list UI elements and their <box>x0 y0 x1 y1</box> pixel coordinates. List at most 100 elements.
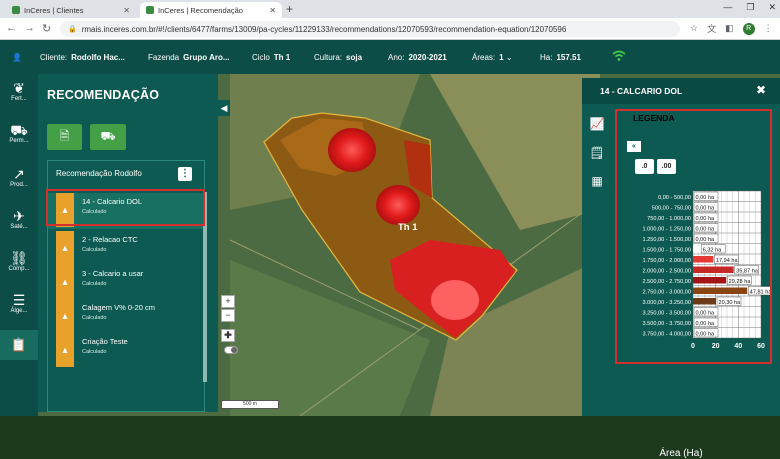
ano-selector[interactable]: Ano: 2020-2021 <box>388 53 447 62</box>
value-label: 0,00 ha <box>696 332 716 338</box>
star-icon[interactable]: ☆ <box>690 23 698 34</box>
selected-item-highlight <box>46 189 205 226</box>
list-title: Recomendação Rodolfo <box>56 169 142 178</box>
ciclo-selector[interactable]: Ciclo Th 1 <box>252 53 290 62</box>
machine-button[interactable]: ⛟ <box>90 124 126 150</box>
decimal-one-button[interactable]: .0 <box>635 159 654 174</box>
category-label: 750,00 - 1.000,00 <box>647 216 691 222</box>
fazenda-value: Grupo Aro... <box>183 53 230 62</box>
layer-toggle[interactable] <box>224 346 238 354</box>
reload-icon[interactable]: ↻ <box>42 22 51 35</box>
ano-value: 2020-2021 <box>408 53 447 62</box>
nav-permanente[interactable]: ⛟ Perm... <box>0 122 38 144</box>
value-label: 20,30 ha <box>719 300 742 306</box>
nav-label: Álge... <box>10 308 28 314</box>
map-scale: 500 m <box>221 400 279 409</box>
bar <box>693 277 727 284</box>
item-name: 2 - Relacao CTC <box>82 235 138 244</box>
profile-avatar[interactable]: R <box>742 22 755 35</box>
list-item[interactable]: ▲ 2 - Relacao CTC Calculado <box>48 231 204 267</box>
category-label: 2.500,00 - 2.750,00 <box>642 279 691 285</box>
list-item[interactable]: ▲ 3 - Calcario a usar Calculado <box>48 265 204 301</box>
value-label: 29,28 ha <box>729 279 752 285</box>
item-status: Calculado <box>82 349 107 355</box>
item-name: Criação Teste <box>82 337 128 346</box>
panel-title: RECOMENDAÇÃO <box>47 88 160 102</box>
nav-label: Prod... <box>10 182 28 188</box>
category-label: 1.750,00 - 2.000,00 <box>642 258 691 264</box>
translate-icon[interactable]: 文 <box>707 22 716 35</box>
bar <box>693 245 701 252</box>
category-label: 1.500,00 - 1.750,00 <box>642 248 691 254</box>
minimize-icon[interactable]: — <box>723 2 732 13</box>
panel-title: 14 - CALCARIO DOL <box>600 86 683 96</box>
cliente-selector[interactable]: Cliente: Rodolfo Hac... <box>40 53 125 62</box>
collapse-panel-button[interactable]: ◀ <box>218 100 230 116</box>
nav-label: Perm... <box>9 138 29 144</box>
tab-clientes[interactable]: InCeres | Clientes ✕ <box>6 2 136 18</box>
decimal-two-button[interactable]: .00 <box>657 159 676 174</box>
value-label: 47,81 ha <box>750 290 770 296</box>
collapse-legend-button[interactable]: « <box>627 141 641 152</box>
address-bar[interactable]: 🔒 rmais.inceres.com.br/#!/clients/6477/f… <box>60 21 680 37</box>
tab-recomendacao[interactable]: InCeres | Recomendação ✕ <box>140 2 282 18</box>
zoom-in-button[interactable]: + <box>221 295 235 308</box>
lock-icon: 🔒 <box>68 26 77 33</box>
maximize-icon[interactable]: ❐ <box>746 2 754 13</box>
close-icon[interactable]: ✖ <box>756 83 766 97</box>
item-name: 3 - Calcario a usar <box>82 269 144 278</box>
wifi-icon <box>612 50 626 61</box>
value-label: 0,00 ha <box>696 237 716 243</box>
area-histogram: 0 20 40 60 0,00 - 500,00 0,00 ha 500,00 - 750,… <box>642 190 770 350</box>
category-label: 1.000,00 - 1.250,00 <box>642 227 691 233</box>
close-window-icon[interactable]: ✕ <box>768 2 776 13</box>
bar <box>693 266 734 273</box>
nav-algebra[interactable]: ☰ Álge... <box>0 292 38 314</box>
cultura-label: Cultura: <box>314 53 343 62</box>
zoom-out-button[interactable]: − <box>221 309 235 322</box>
new-tab-button[interactable]: + <box>286 2 293 16</box>
user-icon[interactable]: 👤 <box>12 53 22 62</box>
value-label: 17,94 ha <box>716 258 739 264</box>
back-icon[interactable]: ← <box>6 22 17 34</box>
category-label: 3.500,00 - 3.750,00 <box>642 321 691 327</box>
nav-label: Saté... <box>10 224 28 230</box>
chart-line-icon[interactable]: 📈 <box>588 115 606 133</box>
chart-line-icon: ↗ <box>13 166 25 182</box>
fullscreen-button[interactable]: ✚ <box>221 329 235 342</box>
bar <box>693 298 717 305</box>
app-header: 👤 Cliente: Rodolfo Hac... Fazenda Grupo Ar… <box>0 40 780 74</box>
field-label: Th 1 <box>398 222 418 233</box>
document-icon[interactable]: 🗒 <box>588 144 606 162</box>
clipboard-icon: 📋 <box>10 337 28 352</box>
nav-compactacao[interactable]: ⛓ Comp... <box>0 250 38 272</box>
list-item[interactable]: ▲ Criação Teste Calculado <box>48 333 204 369</box>
fazenda-selector[interactable]: Fazenda Grupo Aro... <box>148 53 230 62</box>
nav-recomendacao[interactable]: 📋 <box>0 330 38 360</box>
cultura-selector[interactable]: Cultura: soja <box>314 53 362 62</box>
bar <box>693 287 748 294</box>
extension-icon[interactable]: ◧ <box>725 23 734 34</box>
calculator-icon[interactable]: ▦ <box>588 172 606 190</box>
cultura-value: soja <box>346 53 363 62</box>
value-label: 0,00 ha <box>696 321 716 327</box>
close-tab-icon[interactable]: ✕ <box>123 6 130 15</box>
list-item[interactable]: ▲ Calagem V% 0-20 cm Calculado <box>48 299 204 335</box>
new-document-button[interactable]: 🗎 <box>47 124 82 150</box>
close-tab-icon[interactable]: ✕ <box>269 6 276 15</box>
nav-fertilidade[interactable]: ❦ Fert... <box>0 80 38 102</box>
menu-icon[interactable]: ⋮ <box>764 23 773 34</box>
item-status: Calculado <box>82 315 107 321</box>
areas-label: Áreas: <box>472 53 496 62</box>
nav-produtividade[interactable]: ↗ Prod... <box>0 166 38 188</box>
compare-icon: ⛓ <box>10 250 28 266</box>
legend-title: LEGENDA <box>633 113 675 123</box>
areas-selector[interactable]: Áreas: 1 ⌄ <box>472 53 513 62</box>
nav-satelite[interactable]: ✈ Saté... <box>0 208 38 230</box>
more-options-button[interactable]: ⋮ <box>178 167 192 181</box>
forward-icon[interactable]: → <box>24 22 35 34</box>
chevron-down-icon: ⌄ <box>505 53 513 62</box>
item-status: Calculado <box>82 281 107 287</box>
cliente-value: Rodolfo Hac... <box>71 53 125 62</box>
category-label: 500,00 - 750,00 <box>652 206 691 212</box>
